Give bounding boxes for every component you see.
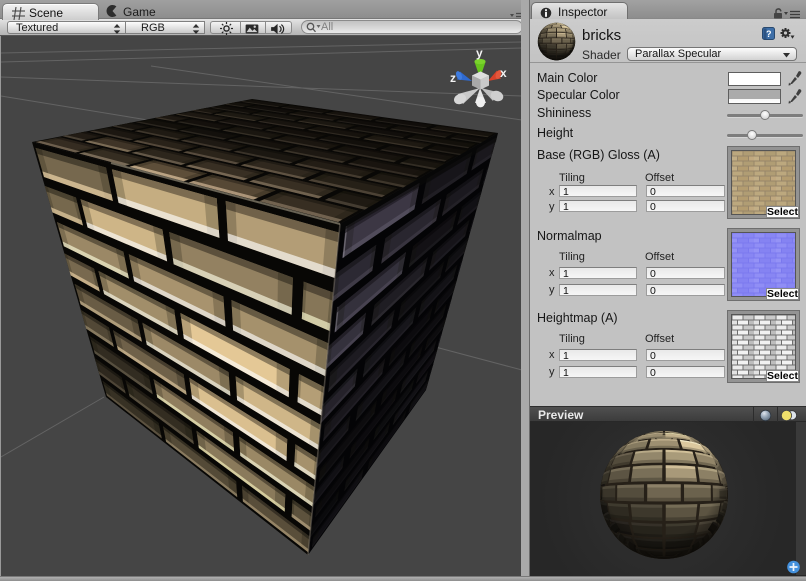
svg-text:y: y: [476, 46, 483, 60]
svg-text:x: x: [500, 66, 507, 80]
svg-text:?: ?: [766, 29, 772, 39]
svg-text:z: z: [450, 71, 456, 85]
